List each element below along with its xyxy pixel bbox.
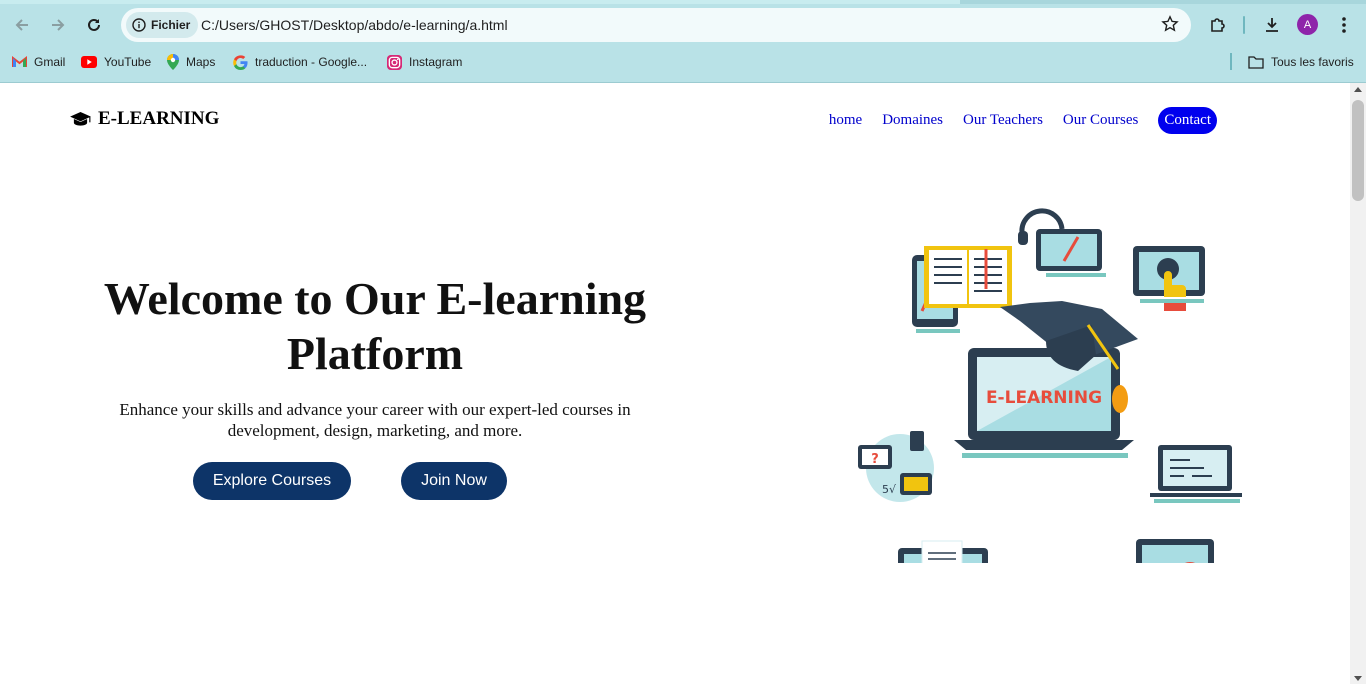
e-learning-illustration: E-LEARNING ? 5√ <box>858 208 1242 563</box>
kebab-menu-icon <box>1342 17 1346 33</box>
bookmark-label: Maps <box>186 55 216 69</box>
site-logo[interactable]: E-LEARNING <box>69 108 219 130</box>
hero-subtitle: Enhance your skills and advance your car… <box>119 400 631 440</box>
bookmarks-bar: Gmail YouTube Maps traduction - Google..… <box>0 50 1366 74</box>
bookmark-youtube[interactable]: YouTube <box>81 52 151 72</box>
nav-link-home[interactable]: home <box>829 112 862 129</box>
svg-text:?: ? <box>871 452 879 467</box>
nav-link-teachers[interactable]: Our Teachers <box>963 112 1043 129</box>
all-bookmarks-label: Tous les favoris <box>1271 55 1354 69</box>
globe-question-icon: ? 5√ <box>858 431 934 502</box>
url-text[interactable]: C:/Users/GHOST/Desktop/abdo/e-learning/a… <box>201 17 508 33</box>
folder-icon <box>1248 55 1264 69</box>
nav-link-courses[interactable]: Our Courses <box>1063 112 1138 129</box>
maps-icon <box>167 54 179 70</box>
security-chip-label: Fichier <box>151 18 191 32</box>
scroll-down-arrow-icon[interactable] <box>1354 676 1362 681</box>
bookmark-instagram[interactable]: Instagram <box>387 52 462 72</box>
bookmark-label: Gmail <box>34 55 66 69</box>
puzzle-icon <box>1211 18 1225 32</box>
address-bar[interactable]: Fichier C:/Users/GHOST/Desktop/abdo/e-le… <box>121 8 1191 42</box>
tablet-book-icon <box>912 246 1012 333</box>
explore-courses-button[interactable]: Explore Courses <box>193 462 351 500</box>
bookmark-traduction[interactable]: traduction - Google... <box>233 52 367 72</box>
laptop-screen-text: E-LEARNING <box>986 388 1102 408</box>
browser-chrome: Fichier C:/Users/GHOST/Desktop/abdo/e-le… <box>0 0 1366 83</box>
logo-text: E-LEARNING <box>98 108 220 129</box>
email-laptop-icon <box>898 540 988 563</box>
google-icon <box>233 54 248 70</box>
instagram-icon <box>387 54 402 70</box>
active-tab-edge[interactable] <box>0 0 960 4</box>
arrow-right-icon <box>52 19 65 31</box>
bookmark-gmail[interactable]: Gmail <box>12 52 65 72</box>
all-bookmarks-button[interactable]: Tous les favoris <box>1248 52 1354 72</box>
youtube-icon <box>81 56 97 68</box>
arrow-left-icon <box>15 19 28 31</box>
laptop-icon: E-LEARNING <box>954 348 1134 458</box>
headphones-tablet-icon <box>1018 208 1106 277</box>
toolbar-divider <box>1243 16 1245 34</box>
back-button[interactable] <box>7 10 37 40</box>
menu-button[interactable] <box>1331 12 1357 38</box>
downloads-button[interactable] <box>1259 12 1285 38</box>
graduation-cap-icon <box>70 111 91 126</box>
profile-avatar[interactable]: A <box>1297 14 1318 35</box>
reload-icon <box>88 18 100 31</box>
bookmark-maps[interactable]: Maps <box>167 52 215 72</box>
bookmarks-divider <box>1230 53 1232 70</box>
scroll-up-arrow-icon[interactable] <box>1354 87 1362 92</box>
bookmark-star-icon[interactable] <box>1161 15 1179 38</box>
monitor-form-icon <box>1150 445 1242 503</box>
bookmark-label: traduction - Google... <box>255 55 368 69</box>
join-now-button[interactable]: Join Now <box>401 462 507 500</box>
page-scrollbar[interactable] <box>1350 83 1366 684</box>
svg-text:5√: 5√ <box>882 483 897 496</box>
nav-link-contact[interactable]: Contact <box>1158 107 1217 134</box>
download-icon <box>1266 18 1278 32</box>
info-icon <box>132 18 146 32</box>
forward-button[interactable] <box>43 10 73 40</box>
tab-strip <box>0 0 1366 4</box>
site-info-chip[interactable]: Fichier <box>126 12 199 38</box>
bookmark-label: Instagram <box>409 55 463 69</box>
scroll-thumb[interactable] <box>1352 100 1364 201</box>
gmail-icon <box>12 56 27 67</box>
extensions-button[interactable] <box>1205 12 1231 38</box>
bookmark-label: YouTube <box>104 55 152 69</box>
main-nav: home Domaines Our Teachers Our Courses C… <box>829 107 1217 134</box>
hero-title: Welcome to Our E-learning Platform <box>103 273 647 379</box>
nav-link-domaines[interactable]: Domaines <box>882 112 943 129</box>
web-page: E-LEARNING home Domaines Our Teachers Ou… <box>0 83 1350 684</box>
touch-screen-icon <box>1133 246 1205 311</box>
reload-button[interactable] <box>79 10 109 40</box>
search-laptop-icon <box>1136 539 1214 563</box>
